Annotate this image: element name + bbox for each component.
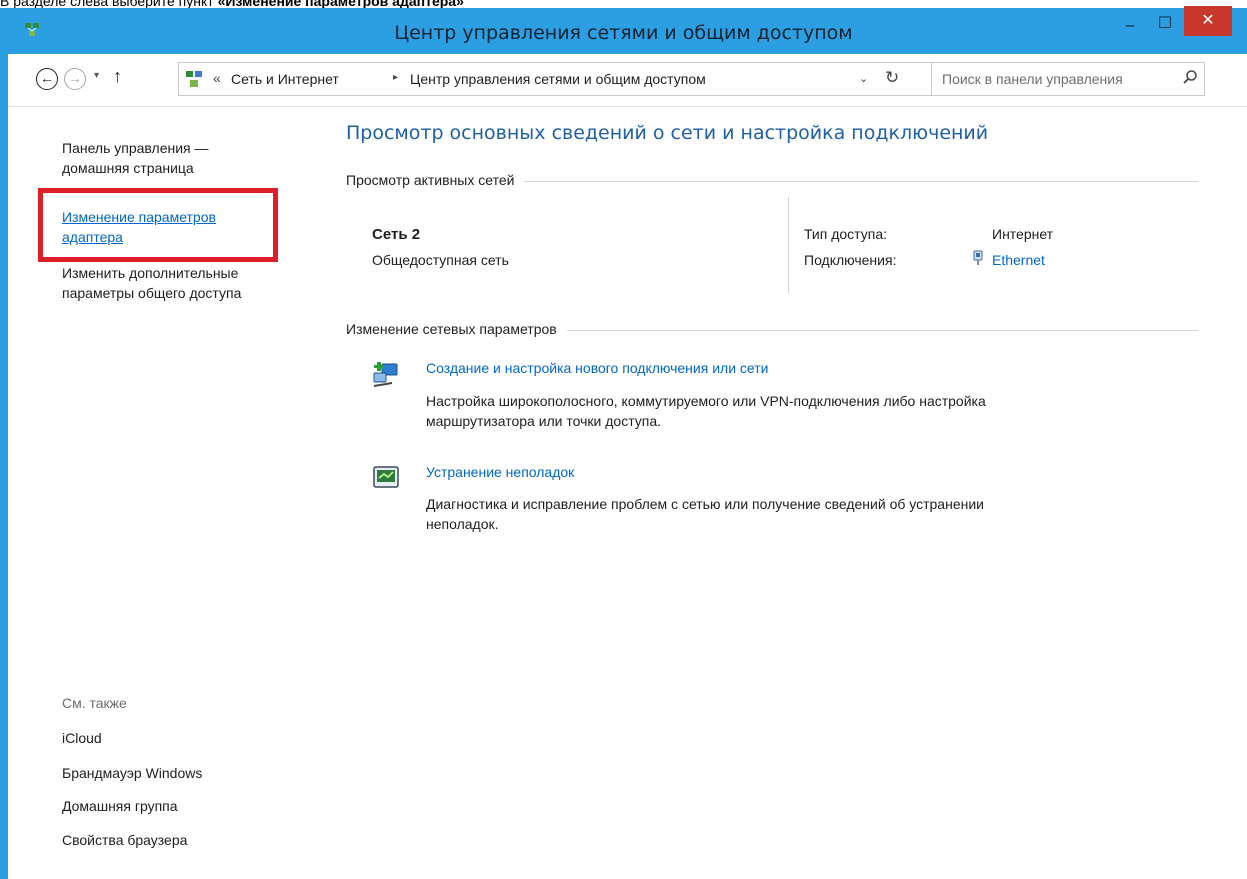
search-input[interactable]: Поиск в панели управления bbox=[931, 62, 1205, 96]
address-dropdown-icon[interactable]: ⌄ bbox=[859, 72, 868, 85]
up-button[interactable]: ↑ bbox=[113, 66, 122, 87]
ethernet-icon bbox=[973, 250, 983, 265]
access-type-label: Тип доступа: bbox=[804, 226, 888, 242]
troubleshoot-description: Диагностика и исправление проблем с сеть… bbox=[426, 494, 1186, 534]
search-icon[interactable] bbox=[1182, 69, 1198, 85]
maximize-button[interactable]: ☐ bbox=[1150, 12, 1180, 36]
refresh-icon[interactable]: ↻ bbox=[885, 68, 899, 88]
search-placeholder: Поиск в панели управления bbox=[942, 71, 1123, 87]
change-settings-heading: Изменение сетевых параметров bbox=[346, 321, 567, 337]
new-connection-desc-line2: маршрутизатора или точки доступа. bbox=[426, 413, 662, 429]
window-left-border bbox=[0, 54, 8, 879]
highlight-frame bbox=[38, 188, 278, 262]
close-button[interactable]: ✕ bbox=[1184, 6, 1232, 36]
breadcrumb-item-network-internet[interactable]: Сеть и Интернет bbox=[231, 71, 339, 87]
recent-locations-chevron-icon[interactable]: ▾ bbox=[94, 70, 99, 81]
minimize-button[interactable]: – bbox=[1115, 14, 1145, 38]
breadcrumb-item-network-center[interactable]: Центр управления сетями и общим доступом bbox=[410, 71, 706, 87]
see-also-item-icloud[interactable]: iCloud bbox=[62, 730, 102, 746]
network-name: Сеть 2 bbox=[372, 226, 421, 243]
connections-label: Подключения: bbox=[804, 252, 897, 268]
instruction-caption: В разделе слева выберите пункт «Изменени… bbox=[0, 0, 464, 8]
title-bar[interactable]: Центр управления сетями и общим доступом… bbox=[0, 6, 1247, 54]
see-also-item-firewall[interactable]: Брандмауэр Windows bbox=[62, 765, 202, 781]
breadcrumb-chevron-icon[interactable]: ▸ bbox=[393, 72, 398, 83]
window-title: Центр управления сетями и общим доступом bbox=[394, 22, 853, 44]
ethernet-connection-link[interactable]: Ethernet bbox=[992, 252, 1045, 268]
new-connection-desc-line1: Настройка широкополосного, коммутируемог… bbox=[426, 393, 986, 409]
new-connection-link[interactable]: Создание и настройка нового подключения … bbox=[426, 360, 768, 376]
active-networks-heading: Просмотр активных сетей bbox=[346, 172, 525, 188]
see-also-item-browser-properties[interactable]: Свойства браузера bbox=[62, 832, 187, 848]
new-connection-description: Настройка широкополосного, коммутируемог… bbox=[426, 391, 1186, 431]
see-also-item-homegroup[interactable]: Домашняя группа bbox=[62, 798, 178, 814]
troubleshoot-link[interactable]: Устранение неполадок bbox=[426, 464, 574, 480]
troubleshoot-desc-line2: неполадок. bbox=[426, 516, 499, 532]
control-panel-icon bbox=[186, 71, 202, 87]
troubleshoot-desc-line1: Диагностика и исправление проблем с сеть… bbox=[426, 496, 984, 512]
sidebar-home-line1[interactable]: Панель управления — bbox=[62, 138, 209, 158]
sidebar-home-link[interactable]: Панель управления — домашняя страница bbox=[62, 138, 209, 178]
sidebar-sharing-settings-link[interactable]: Изменить дополнительные параметры общего… bbox=[62, 263, 241, 303]
forward-button[interactable]: → bbox=[64, 68, 86, 90]
back-button[interactable]: ← bbox=[36, 68, 58, 90]
sidebar-sharing-line1[interactable]: Изменить дополнительные bbox=[62, 263, 241, 283]
sidebar-home-line2[interactable]: домашняя страница bbox=[62, 158, 209, 178]
access-type-value: Интернет bbox=[992, 226, 1054, 242]
navigation-bar: ← → ▾ ↑ « Сеть и Интернет ▸ Центр управл… bbox=[8, 54, 1247, 107]
see-also-heading: См. также bbox=[62, 695, 127, 711]
address-bar[interactable]: « Сеть и Интернет ▸ Центр управления сет… bbox=[178, 62, 932, 96]
breadcrumb-overflow[interactable]: « bbox=[213, 70, 221, 86]
network-divider bbox=[788, 197, 789, 293]
sidebar-sharing-line2[interactable]: параметры общего доступа bbox=[62, 283, 241, 303]
page-title: Просмотр основных сведений о сети и наст… bbox=[346, 122, 989, 144]
network-type-link[interactable]: Общедоступная сеть bbox=[372, 252, 509, 268]
troubleshoot-icon bbox=[373, 466, 399, 488]
network-setup-icon bbox=[373, 362, 398, 387]
